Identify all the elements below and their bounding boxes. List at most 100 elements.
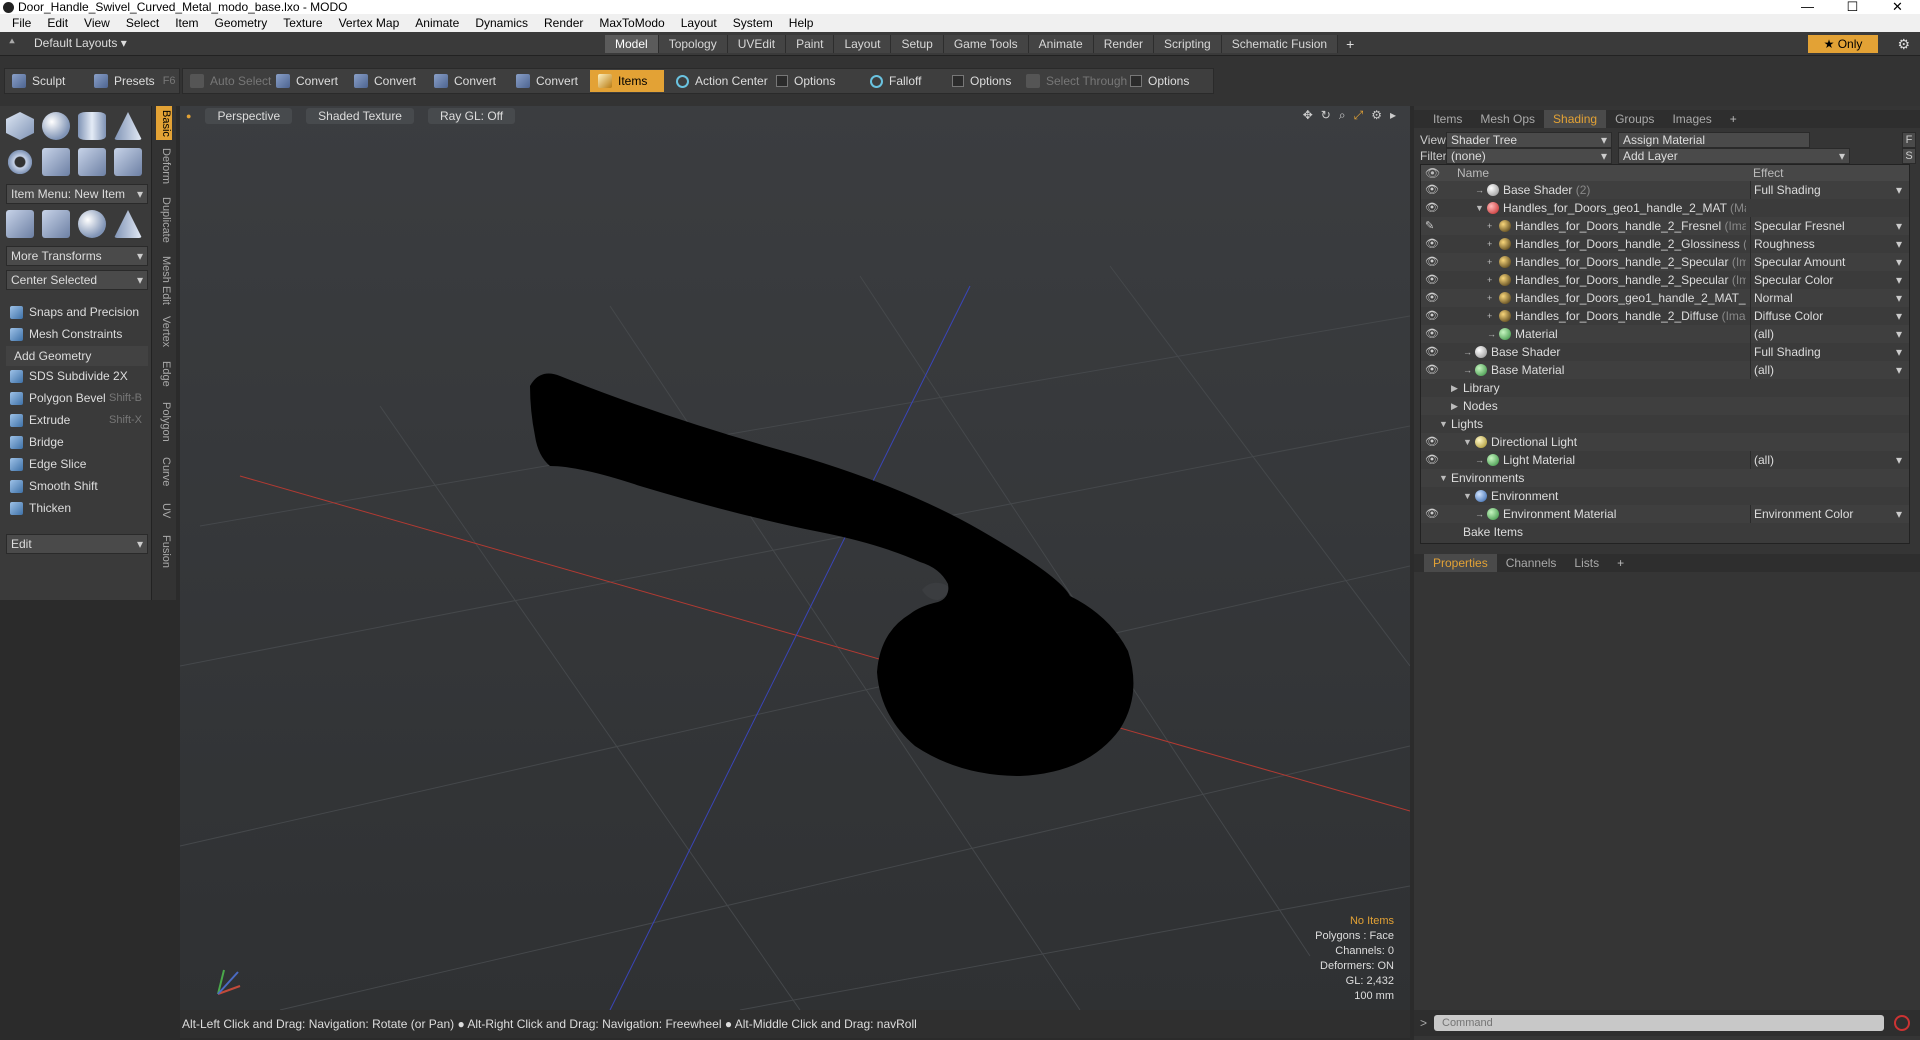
menu-file[interactable]: File	[4, 14, 39, 32]
visibility-icon[interactable]: 👁	[1425, 292, 1439, 304]
shader-tree-row[interactable]: ▶ Library	[1421, 379, 1909, 397]
only-toggle[interactable]: ★ Only	[1808, 35, 1878, 53]
layout-tab-uvedit[interactable]: UVEdit	[727, 35, 787, 53]
s-button[interactable]: S	[1902, 148, 1916, 164]
tool-smooth-shift[interactable]: Smooth Shift	[6, 476, 148, 496]
layer-effect[interactable]: Specular Fresnel	[1750, 217, 1902, 235]
expand-icon[interactable]: +	[1487, 235, 1492, 253]
action-options-button[interactable]: Options	[772, 70, 835, 92]
layout-tab-topology[interactable]: Topology	[658, 35, 728, 53]
layer-effect[interactable]: (all)	[1750, 361, 1902, 379]
menu-animate[interactable]: Animate	[407, 14, 467, 32]
expand-icon[interactable]: ▼	[1463, 487, 1472, 505]
layer-effect[interactable]: Diffuse Color	[1750, 307, 1902, 325]
falloff-options-button[interactable]: Options	[948, 70, 1011, 92]
expand-icon[interactable]: ▼	[1475, 199, 1484, 217]
menu-system[interactable]: System	[725, 14, 781, 32]
visibility-icon[interactable]	[1425, 472, 1437, 484]
menu-help[interactable]: Help	[781, 14, 822, 32]
expand-icon[interactable]: +	[1487, 271, 1492, 289]
layer-effect[interactable]: (all)	[1750, 451, 1902, 469]
layer-effect[interactable]: Normal	[1750, 289, 1902, 307]
grid-icon[interactable]	[42, 210, 70, 238]
expand-icon[interactable]: ▼	[1439, 415, 1448, 433]
cube-icon[interactable]	[6, 112, 34, 140]
shader-tree-row[interactable]: 👁 + Handles_for_Doors_handle_2_Glossiness …	[1421, 235, 1909, 253]
center-selected-dropdown[interactable]: Center Selected	[6, 270, 148, 290]
shader-tree-row[interactable]: ▼ Environment	[1421, 487, 1909, 505]
gear-icon[interactable]: ⚙	[1897, 36, 1910, 53]
layer-effect[interactable]: Specular Amount	[1750, 253, 1902, 271]
expand-icon[interactable]: →	[1475, 505, 1484, 523]
expand-icon[interactable]: →	[1475, 181, 1484, 199]
shading-tab-items[interactable]: Items	[1424, 110, 1471, 128]
menu-item[interactable]: Item	[167, 14, 206, 32]
layout-tab-game-tools[interactable]: Game Tools	[943, 35, 1029, 53]
expand-icon[interactable]: ▼	[1463, 433, 1472, 451]
tool-polygon-bevel[interactable]: Polygon Bevel Shift-B	[6, 388, 148, 408]
layer-effect[interactable]: Full Shading	[1750, 181, 1902, 199]
mesh-constraints-button[interactable]: Mesh Constraints	[6, 324, 148, 344]
cone-icon[interactable]	[114, 112, 142, 140]
layer-effect[interactable]: Environment Color	[1750, 505, 1902, 523]
visibility-icon[interactable]: 👁	[1425, 274, 1439, 286]
menu-vertex-map[interactable]: Vertex Map	[331, 14, 408, 32]
layout-tab-schematic-fusion[interactable]: Schematic Fusion	[1221, 35, 1339, 53]
shader-tree-row[interactable]: 👁 → Base Shader (2) Full Shading	[1421, 181, 1909, 199]
cylinder-icon[interactable]	[78, 112, 106, 140]
text-icon[interactable]	[114, 148, 142, 176]
close-button[interactable]: ✕	[1875, 0, 1920, 14]
item-menu-dropdown[interactable]: Item Menu: New Item	[6, 184, 148, 204]
layer-effect[interactable]: Specular Color	[1750, 271, 1902, 289]
sculpt-button[interactable]: Sculpt	[8, 70, 65, 92]
layout-selector[interactable]: ⯅ Default Layouts ▾	[8, 36, 127, 50]
shader-tree-row[interactable]: 👁 → Base Material (all)	[1421, 361, 1909, 379]
visibility-icon[interactable]	[1425, 490, 1437, 502]
items-mode-button[interactable]: Items	[590, 70, 664, 92]
shader-tree-row[interactable]: ▶ Nodes	[1421, 397, 1909, 415]
torus-icon[interactable]	[6, 148, 34, 176]
shader-tree-row[interactable]: 👁 + Handles_for_Doors_handle_2_Specular (I…	[1421, 271, 1909, 289]
menu-view[interactable]: View	[76, 14, 118, 32]
side-tab-deform[interactable]: Deform	[156, 144, 172, 188]
globe-icon[interactable]	[78, 210, 106, 238]
expand-icon[interactable]: ▶	[1451, 397, 1458, 415]
visibility-icon[interactable]	[1425, 382, 1437, 394]
shader-tree-row[interactable]: 👁 ▼ Directional Light	[1421, 433, 1909, 451]
action-center-button[interactable]: Action Center	[672, 70, 768, 92]
layout-tab-paint[interactable]: Paint	[786, 35, 835, 53]
more-transforms-dropdown[interactable]: More Transforms	[6, 246, 148, 266]
transform-icon[interactable]	[6, 210, 34, 238]
expand-icon[interactable]: →	[1463, 361, 1472, 379]
pyramid-icon[interactable]	[114, 210, 142, 238]
shader-tree-row[interactable]: 👁 → Material (all)	[1421, 325, 1909, 343]
select-options-button[interactable]: Options	[1126, 70, 1189, 92]
side-tab-vertex[interactable]: Vertex	[156, 312, 172, 352]
layout-tab-animate[interactable]: Animate	[1028, 35, 1094, 53]
layout-tab-setup[interactable]: Setup	[891, 35, 944, 53]
falloff-button[interactable]: Falloff	[866, 70, 921, 92]
shader-tree-row[interactable]: Bake Items	[1421, 523, 1909, 541]
select-through-button[interactable]: Select Through	[1022, 70, 1127, 92]
menu-geometry[interactable]: Geometry	[207, 14, 276, 32]
layout-tab-scripting[interactable]: Scripting	[1154, 35, 1222, 53]
visibility-icon[interactable]: 👁	[1425, 436, 1439, 448]
tool-edge-slice[interactable]: Edge Slice	[6, 454, 148, 474]
add-layout-tab-button[interactable]: +	[1346, 35, 1354, 53]
side-tab-edge[interactable]: Edge	[156, 356, 172, 392]
shader-tree-row[interactable]: 👁 + Handles_for_Doors_handle_2_Specular (I…	[1421, 253, 1909, 271]
edit-dropdown[interactable]: Edit	[6, 534, 148, 554]
shader-tree-row[interactable]: 👁 → Light Material (all)	[1421, 451, 1909, 469]
filter-dropdown[interactable]: (none)	[1446, 148, 1612, 164]
layer-effect[interactable]: (all)	[1750, 325, 1902, 343]
tool-extrude[interactable]: Extrude Shift-X	[6, 410, 148, 430]
pen-icon[interactable]	[78, 148, 106, 176]
add-layer-dropdown[interactable]: Add Layer	[1618, 148, 1850, 164]
visibility-icon[interactable]: 👁	[1425, 508, 1439, 520]
expand-icon[interactable]: →	[1487, 325, 1496, 343]
shading-tab-shading[interactable]: Shading	[1544, 110, 1607, 128]
visibility-icon[interactable]: 👁	[1425, 454, 1439, 466]
side-tab-mesh-edit[interactable]: Mesh Edit	[156, 252, 172, 308]
visibility-icon[interactable]: ✎	[1425, 220, 1437, 232]
effect-column-header[interactable]: Effect	[1753, 166, 1783, 180]
